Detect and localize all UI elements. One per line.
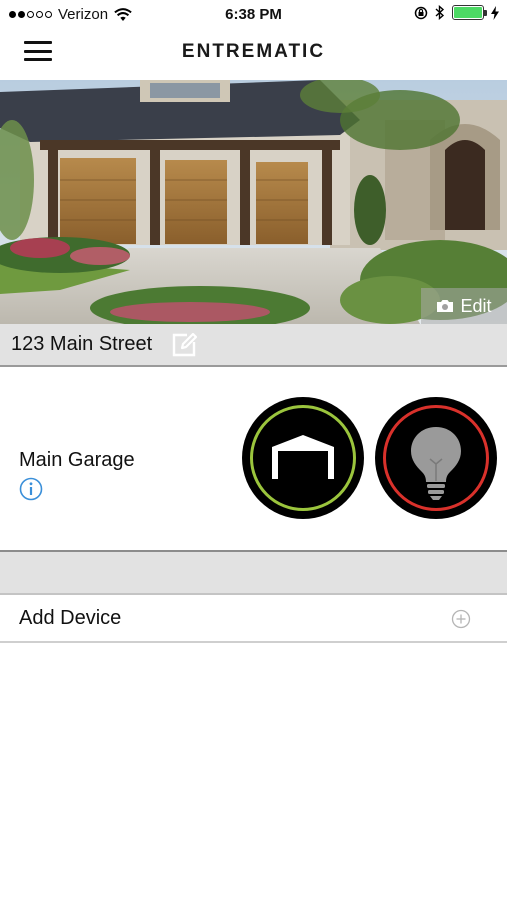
- status-bar: Verizon 6:38 PM: [0, 0, 507, 30]
- location-bar: 123 Main Street: [0, 324, 507, 367]
- edit-photo-label: Edit: [460, 295, 492, 316]
- info-circle-icon[interactable]: [19, 477, 43, 501]
- section-divider: [0, 550, 507, 595]
- edit-photo-button[interactable]: Edit: [421, 288, 507, 324]
- battery-icon: [452, 5, 487, 20]
- status-right: [414, 5, 499, 20]
- orientation-lock-icon: [414, 6, 428, 19]
- nav-bar: ENTREMATIC: [0, 30, 507, 80]
- device-row: Main Garage: [0, 369, 507, 550]
- edit-square-icon[interactable]: [170, 331, 198, 359]
- add-device-button[interactable]: Add Device: [0, 595, 507, 643]
- camera-icon: [437, 300, 454, 312]
- battery-level: [454, 7, 482, 18]
- light-button[interactable]: [375, 397, 497, 519]
- address-label: 123 Main Street: [11, 333, 153, 355]
- charging-bolt-icon: [491, 5, 499, 20]
- house-photo: Edit: [0, 80, 507, 324]
- device-name: Main Garage: [19, 449, 135, 471]
- plus-circle-icon: [451, 609, 471, 629]
- garage-door-icon: [272, 435, 334, 479]
- bluetooth-icon: [435, 5, 445, 20]
- light-bulb-icon: [411, 427, 461, 500]
- brand-logo: ENTREMATIC: [181, 41, 326, 62]
- add-device-label: Add Device: [19, 606, 122, 629]
- garage-door-button[interactable]: [242, 397, 364, 519]
